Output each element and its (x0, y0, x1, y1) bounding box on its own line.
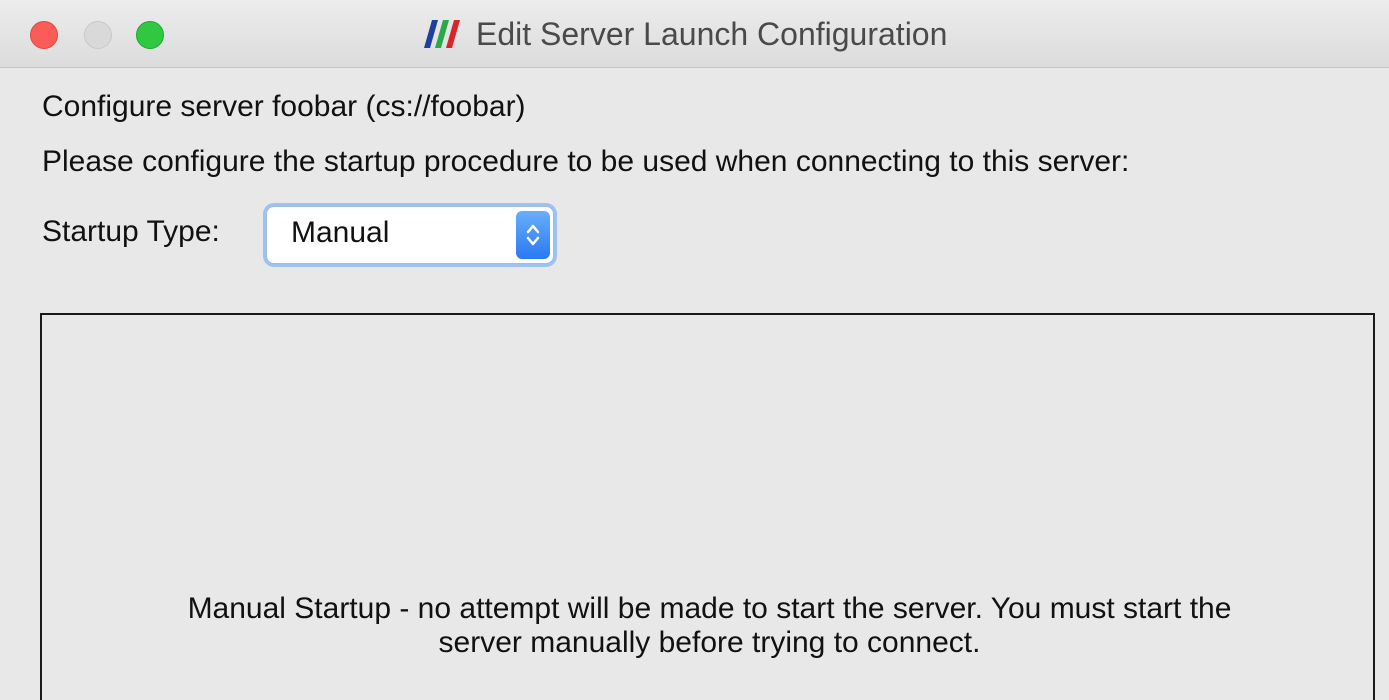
startup-description: Manual Startup - no attempt will be made… (42, 592, 1377, 660)
startup-type-value: Manual (291, 216, 390, 249)
close-icon[interactable] (30, 21, 58, 49)
instruction-text: Please configure the startup procedure t… (42, 145, 1130, 178)
title-bar: Edit Server Launch Configuration (0, 0, 1389, 68)
startup-description-panel: Manual Startup - no attempt will be made… (40, 313, 1375, 700)
configure-server-text: Configure server foobar (cs://foobar) (42, 90, 526, 123)
startup-type-label: Startup Type: (42, 215, 220, 248)
startup-type-select[interactable]: Manual (266, 206, 554, 264)
window-title: Edit Server Launch Configuration (476, 15, 948, 52)
maximize-icon[interactable] (136, 21, 164, 49)
window-title-group: Edit Server Launch Configuration (418, 14, 947, 54)
description-line-2: server manually before trying to connect… (438, 626, 981, 659)
select-stepper[interactable] (516, 211, 550, 259)
chevron-up-down-icon (526, 224, 540, 246)
paraview-logo-icon (424, 20, 460, 48)
minimize-icon[interactable] (84, 21, 112, 49)
description-line-1: Manual Startup - no attempt will be made… (187, 592, 1232, 625)
